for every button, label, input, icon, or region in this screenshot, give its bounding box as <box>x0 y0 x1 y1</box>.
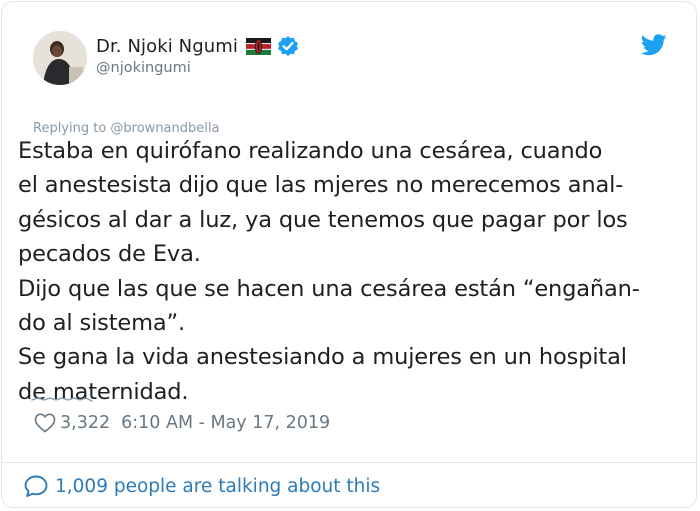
kenya-flag-icon <box>246 37 272 55</box>
talking-about-link[interactable]: 1,009 people are talking about this <box>23 473 380 499</box>
twitter-bird-icon[interactable] <box>640 34 667 56</box>
like-count[interactable]: 3,322 <box>60 413 110 433</box>
talking-about-label[interactable]: 1,009 people are talking about this <box>55 476 380 497</box>
author-name-row[interactable]: Dr. Njoki Ngumi <box>96 33 299 59</box>
speech-bubble-icon <box>24 475 48 497</box>
heart-icon[interactable] <box>34 413 56 433</box>
avatar-image <box>33 31 87 85</box>
tweet-meta-row: 3,322 6:10 AM - May 17, 2019 <box>34 411 330 435</box>
verified-badge-icon <box>277 35 299 57</box>
footer-divider <box>1 462 696 463</box>
avatar[interactable] <box>33 31 87 85</box>
squiggle-mark <box>31 397 93 402</box>
tweet-text: Estaba en quirófano realizando una cesár… <box>18 138 640 405</box>
tweet-timestamp[interactable]: 6:10 AM - May 17, 2019 <box>121 413 330 433</box>
author-handle[interactable]: @njokingumi <box>96 60 191 76</box>
author-display-name[interactable]: Dr. Njoki Ngumi <box>96 36 238 57</box>
